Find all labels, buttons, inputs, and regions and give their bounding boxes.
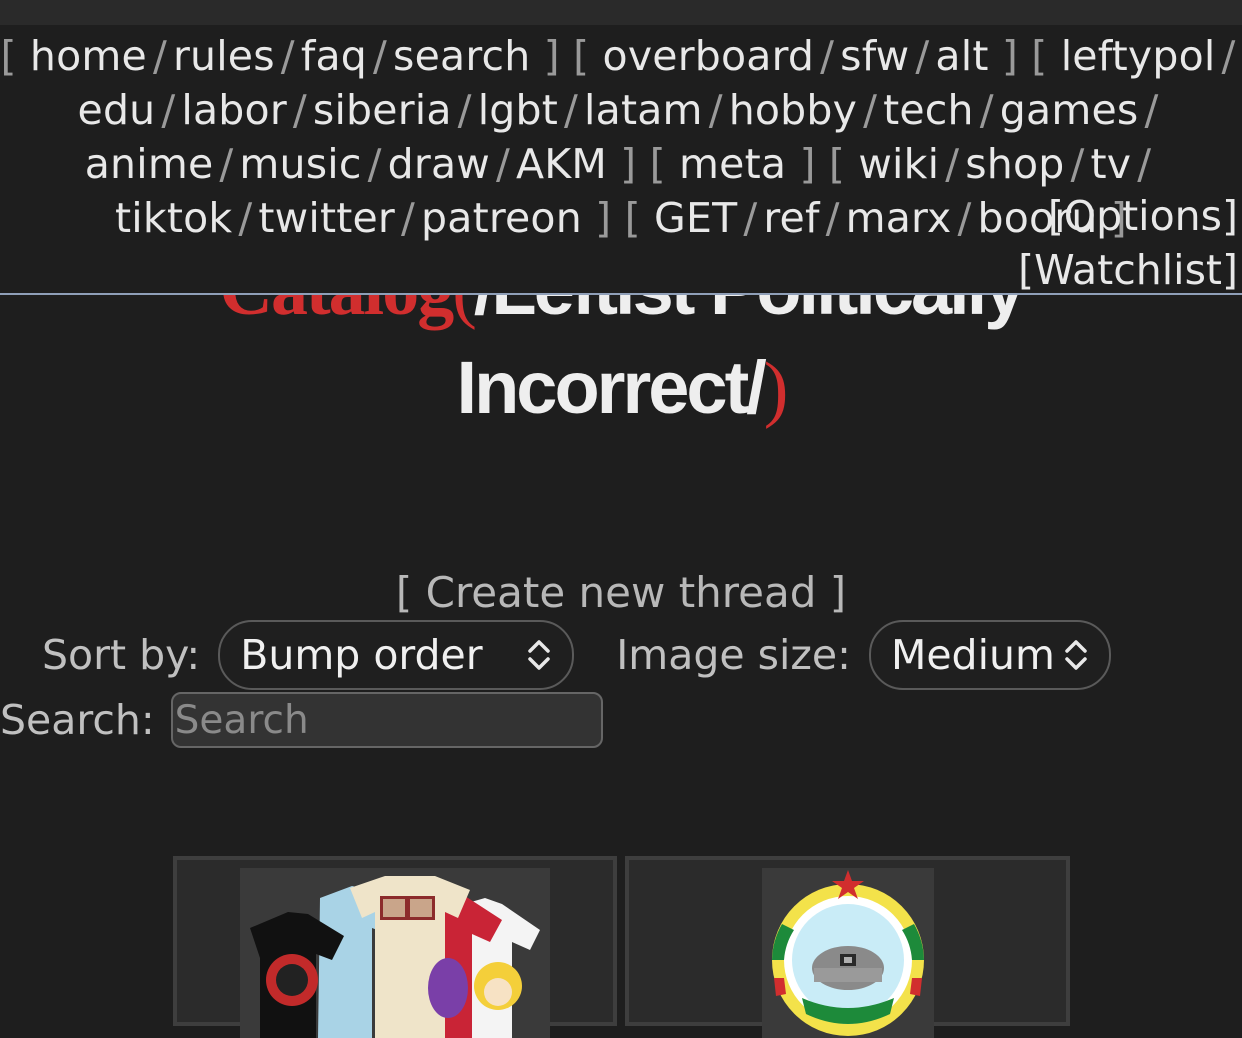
t-shirt-merch-image: [240, 868, 550, 1038]
catalog-thread[interactable]: [173, 856, 617, 1038]
nav-link-search[interactable]: search: [393, 32, 530, 80]
nav-link-get[interactable]: GET: [654, 194, 737, 242]
nav-separator: /: [564, 86, 579, 134]
nav-bracket-close: ]: [530, 32, 560, 80]
nav-link-marx[interactable]: marx: [846, 194, 952, 242]
nav-separator: /: [915, 32, 930, 80]
nav-link-wiki[interactable]: wiki: [858, 140, 939, 188]
nav-link-shop[interactable]: shop: [965, 140, 1064, 188]
nav-separator: /: [152, 32, 167, 80]
nav-separator: /: [863, 86, 878, 134]
nav-separator: /: [820, 32, 835, 80]
sort-label: Sort by:: [42, 631, 201, 679]
nav-separator: /: [238, 194, 253, 242]
search-row: Search:: [0, 692, 603, 748]
nav-link-tiktok[interactable]: tiktok: [115, 194, 232, 242]
search-input[interactable]: [170, 692, 603, 748]
nav-separator: /: [161, 86, 176, 134]
thread-thumbnail[interactable]: [240, 868, 550, 1038]
nav-bracket-close: ]: [581, 194, 612, 242]
nav-separator: /: [825, 194, 840, 242]
create-thread-link[interactable]: [ Create new thread ]: [396, 568, 846, 617]
thread-thumbnail[interactable]: [762, 868, 934, 1038]
nav-separator: /: [373, 32, 388, 80]
sort-value: Bump order: [240, 631, 483, 679]
nav-separator: /: [1221, 32, 1236, 80]
nav-link-edu[interactable]: edu: [78, 86, 156, 134]
nav-link-anime[interactable]: anime: [85, 140, 214, 188]
nav-separator: /: [219, 140, 234, 188]
board-list: [ home / rules / faq / search ] [ overboard / sf…: [0, 25, 1242, 295]
nav-link-games[interactable]: games: [1000, 86, 1139, 134]
nav-link-music[interactable]: music: [239, 140, 361, 188]
nav-separator: /: [708, 86, 723, 134]
nav-link-leftypol[interactable]: leftypol: [1061, 32, 1216, 80]
nav-separator: /: [367, 140, 382, 188]
nav-separator: /: [280, 32, 295, 80]
search-label: Search:: [0, 696, 155, 744]
nav-bracket-open: [: [828, 140, 859, 188]
nav-link-home[interactable]: home: [30, 32, 147, 80]
nav-link-siberia[interactable]: siberia: [313, 86, 452, 134]
nav-link-tech[interactable]: tech: [883, 86, 974, 134]
nav-bracket-open: [: [1031, 32, 1061, 80]
top-strip: [0, 0, 1242, 25]
top-right-links: [Options] [Watchlist]: [1018, 189, 1238, 297]
nav-separator: /: [1070, 140, 1085, 188]
title-close-paren: ): [763, 348, 789, 430]
nav-bracket-close: ]: [988, 32, 1019, 80]
image-size-select[interactable]: Medium: [868, 620, 1111, 690]
options-link[interactable]: [Options]: [1018, 189, 1238, 243]
catalog-controls: Sort by: Bump order Image size: Medium: [42, 620, 1111, 690]
nav-separator: /: [1144, 86, 1159, 134]
image-size-label: Image size:: [616, 631, 851, 679]
nav-link-patreon[interactable]: patreon: [421, 194, 582, 242]
nav-link-twitter[interactable]: twitter: [258, 194, 395, 242]
nav-separator: /: [292, 86, 307, 134]
nav-link-alt[interactable]: alt: [935, 32, 988, 80]
nav-separator: /: [496, 140, 511, 188]
nav-link-latam[interactable]: latam: [584, 86, 703, 134]
nav-separator: /: [945, 140, 960, 188]
nav-link-faq[interactable]: faq: [301, 32, 367, 80]
nav-link-labor[interactable]: labor: [181, 86, 286, 134]
nav-link-draw[interactable]: draw: [388, 140, 490, 188]
create-thread: [ Create new thread ]: [0, 568, 1242, 617]
board-name-line2: Incorrect/: [456, 346, 767, 429]
nav-separator: /: [1137, 140, 1152, 188]
nav-link-hobby[interactable]: hobby: [729, 86, 857, 134]
catalog-thread[interactable]: [625, 856, 1070, 1038]
nav-bracket-open: [: [624, 194, 655, 242]
nav-separator: /: [401, 194, 416, 242]
watchlist-link[interactable]: [Watchlist]: [1018, 243, 1238, 297]
image-size-value: Medium: [890, 631, 1055, 679]
nav-link-overboard[interactable]: overboard: [603, 32, 815, 80]
nav-link-akm[interactable]: AKM: [516, 140, 607, 188]
nav-link-lgbt[interactable]: lgbt: [478, 86, 558, 134]
nav-separator: /: [979, 86, 994, 134]
nav-bracket-close: ]: [786, 140, 816, 188]
nav-bracket-close: ]: [606, 140, 637, 188]
nav-separator: /: [743, 194, 758, 242]
chevron-up-down-icon: [526, 635, 552, 675]
nav-link-sfw[interactable]: sfw: [840, 32, 909, 80]
nav-bracket-open: [: [573, 32, 603, 80]
nav-bracket-open: [: [649, 140, 680, 188]
nav-link-tv[interactable]: tv: [1090, 140, 1131, 188]
leftypol-emblem-image: [762, 868, 934, 1038]
nav-separator: /: [957, 194, 972, 242]
nav-bracket-open: [: [0, 32, 30, 80]
nav-link-rules[interactable]: rules: [173, 32, 275, 80]
nav-link-ref[interactable]: ref: [763, 194, 819, 242]
nav-separator: /: [457, 86, 472, 134]
chevron-up-down-icon: [1063, 635, 1089, 675]
nav-link-meta[interactable]: meta: [679, 140, 786, 188]
sort-select[interactable]: Bump order: [218, 620, 575, 690]
